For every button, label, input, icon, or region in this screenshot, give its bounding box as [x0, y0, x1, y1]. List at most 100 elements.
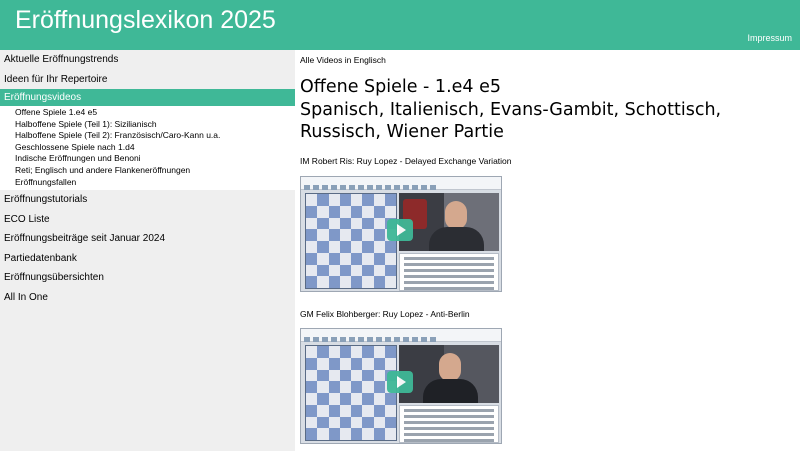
sidebar-item-overviews[interactable]: Eröffnungsübersichten — [0, 268, 295, 288]
play-icon[interactable] — [387, 219, 413, 241]
board-square — [317, 393, 329, 405]
main-content: Alle Videos in Englisch Offene Spiele - … — [300, 50, 800, 451]
board-square — [306, 369, 318, 382]
board-square — [362, 369, 374, 382]
sidebar-item-database[interactable]: Partiedatenbank — [0, 249, 295, 269]
board-square — [306, 276, 318, 288]
video-thumbnail-2[interactable] — [300, 328, 502, 444]
board-square — [362, 276, 374, 288]
board-square — [351, 393, 363, 405]
play-icon[interactable] — [387, 371, 413, 393]
board-square — [317, 346, 329, 358]
board-square — [339, 217, 351, 230]
chessboard-graphic — [305, 345, 397, 441]
board-square — [317, 357, 329, 370]
board-square — [373, 416, 385, 429]
board-square — [339, 252, 351, 265]
board-square — [351, 276, 363, 288]
board-square — [339, 404, 351, 417]
board-square — [384, 428, 396, 440]
board-square — [317, 229, 329, 241]
board-square — [306, 393, 318, 405]
board-square — [317, 217, 329, 230]
board-square — [351, 428, 363, 440]
sidebar-item-repertoire[interactable]: Ideen für Ihr Repertoire — [0, 70, 295, 90]
subnav-item-flank[interactable]: Reti; Englisch und andere Flankeneröffnu… — [0, 165, 295, 177]
notation-panel — [399, 405, 499, 443]
board-square — [362, 393, 374, 405]
impressum-link[interactable]: Impressum — [747, 33, 792, 43]
board-square — [351, 369, 363, 382]
board-square — [384, 205, 396, 218]
board-square — [339, 205, 351, 218]
video-title-2: GM Felix Blohberger: Ruy Lopez - Anti-Be… — [300, 309, 470, 319]
board-square — [384, 416, 396, 429]
board-square — [351, 416, 363, 429]
subnav-item-sicilian[interactable]: Halboffene Spiele (Teil 1): Sizilianisch — [0, 119, 295, 131]
board-square — [328, 217, 340, 230]
board-square — [328, 416, 340, 429]
board-square — [328, 393, 340, 405]
board-square — [362, 194, 374, 206]
board-square — [373, 369, 385, 382]
board-square — [384, 194, 396, 206]
subnav-item-open-games[interactable]: Offene Spiele 1.e4 e5 — [0, 107, 295, 119]
board-square — [306, 241, 318, 253]
board-square — [317, 416, 329, 429]
board-square — [339, 428, 351, 440]
board-square — [362, 416, 374, 429]
sidebar-item-videos[interactable]: Eröffnungsvideos — [0, 89, 295, 106]
board-square — [339, 264, 351, 277]
board-square — [351, 194, 363, 206]
board-square — [362, 404, 374, 417]
board-square — [362, 357, 374, 370]
board-square — [362, 264, 374, 277]
board-square — [328, 241, 340, 253]
board-square — [351, 217, 363, 230]
board-square — [306, 404, 318, 417]
board-square — [306, 428, 318, 440]
board-square — [351, 404, 363, 417]
board-square — [384, 346, 396, 358]
sidebar-item-all-in-one[interactable]: All In One — [0, 288, 295, 308]
board-square — [339, 416, 351, 429]
sidebar-item-eco[interactable]: ECO Liste — [0, 210, 295, 230]
sidebar-nav: Aktuelle Eröffnungstrends Ideen für Ihr … — [0, 50, 295, 451]
video-title-1: IM Robert Ris: Ruy Lopez - Delayed Excha… — [300, 156, 512, 166]
board-square — [373, 194, 385, 206]
board-square — [362, 252, 374, 265]
sidebar-item-tutorials[interactable]: Eröffnungstutorials — [0, 190, 295, 210]
board-square — [373, 393, 385, 405]
board-square — [373, 205, 385, 218]
language-note: Alle Videos in Englisch — [300, 55, 386, 65]
board-square — [317, 428, 329, 440]
board-square — [373, 428, 385, 440]
board-square — [328, 404, 340, 417]
board-square — [328, 194, 340, 206]
site-title[interactable]: Eröffnungslexikon 2025 — [15, 6, 276, 35]
sidebar-item-trends[interactable]: Aktuelle Eröffnungstrends — [0, 50, 295, 70]
board-square — [384, 276, 396, 288]
board-square — [328, 381, 340, 393]
video-thumbnail-1[interactable] — [300, 176, 502, 292]
site-header: Eröffnungslexikon 2025 Impressum — [0, 0, 800, 50]
board-square — [317, 194, 329, 206]
board-square — [306, 194, 318, 206]
sidebar-subnav: Offene Spiele 1.e4 e5 Halboffene Spiele … — [0, 106, 295, 191]
subnav-item-indian[interactable]: Indische Eröffnungen und Benoni — [0, 153, 295, 165]
board-square — [351, 346, 363, 358]
subnav-item-closed-games[interactable]: Geschlossene Spiele nach 1.d4 — [0, 142, 295, 154]
subnav-item-traps[interactable]: Eröffnungsfallen — [0, 177, 295, 189]
board-square — [306, 381, 318, 393]
board-square — [328, 252, 340, 265]
board-square — [362, 217, 374, 230]
presenter-video — [399, 345, 499, 403]
board-square — [339, 276, 351, 288]
page-subtitle: Spanisch, Italienisch, Evans-Gambit, Sch… — [300, 100, 722, 142]
subnav-item-french-caro[interactable]: Halboffene Spiele (Teil 2): Französisch/… — [0, 130, 295, 142]
board-square — [317, 369, 329, 382]
sidebar-item-articles[interactable]: Eröffnungsbeiträge seit Januar 2024 — [0, 229, 295, 249]
board-square — [317, 241, 329, 253]
board-square — [384, 357, 396, 370]
toolbar-graphic — [301, 329, 501, 342]
